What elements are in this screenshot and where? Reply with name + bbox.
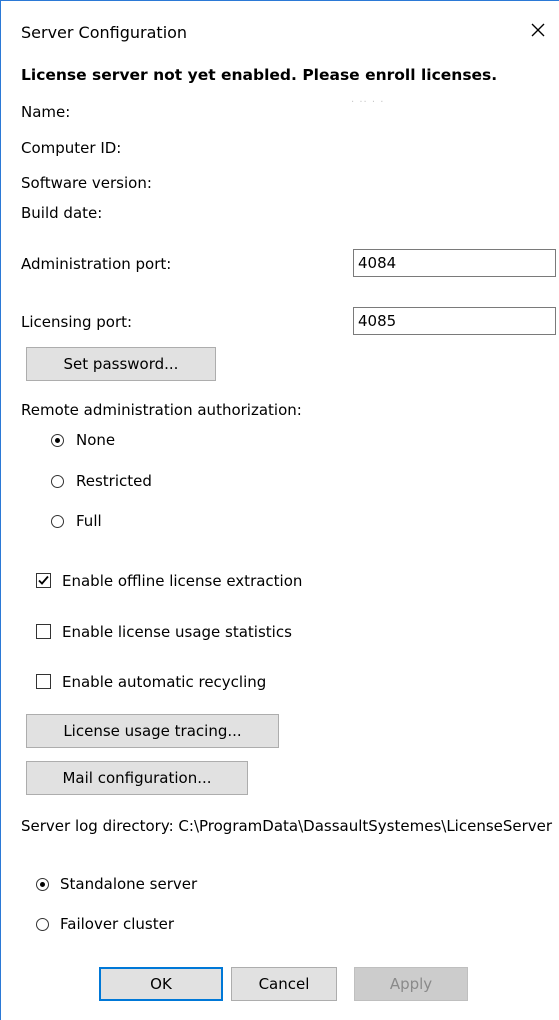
computer-id-label: Computer ID: (21, 139, 122, 157)
offline-extraction-checkbox[interactable] (36, 573, 51, 588)
radio-standalone-server-label: Standalone server (60, 875, 198, 893)
ok-button[interactable]: OK (99, 967, 223, 1001)
name-label: Name: (21, 103, 71, 121)
administration-port-input[interactable] (353, 249, 556, 277)
radio-none[interactable] (51, 434, 64, 447)
set-password-button[interactable]: Set password... (26, 347, 216, 381)
radio-standalone-server[interactable] (36, 878, 49, 891)
radio-restricted[interactable] (51, 475, 64, 488)
mail-configuration-button[interactable]: Mail configuration... (26, 761, 248, 795)
name-value: · ·· · · (351, 97, 385, 108)
apply-button[interactable]: Apply (354, 967, 468, 1001)
cancel-button[interactable]: Cancel (231, 967, 337, 1001)
administration-port-label: Administration port: (21, 255, 172, 273)
dialog-title: Server Configuration (21, 23, 188, 42)
usage-statistics-checkbox[interactable] (36, 624, 51, 639)
radio-failover-cluster-label: Failover cluster (60, 915, 175, 933)
radio-restricted-label: Restricted (76, 472, 152, 490)
remote-admin-label: Remote administration authorization: (21, 401, 302, 419)
offline-extraction-label: Enable offline license extraction (62, 572, 303, 590)
server-configuration-dialog: Server Configuration License server not … (0, 0, 559, 1020)
usage-statistics-label: Enable license usage statistics (62, 623, 292, 641)
software-version-label: Software version: (21, 174, 152, 192)
close-button[interactable] (523, 15, 553, 45)
automatic-recycling-label: Enable automatic recycling (62, 673, 267, 691)
server-log-directory: Server log directory: C:\ProgramData\Das… (21, 817, 553, 835)
radio-failover-cluster[interactable] (36, 918, 49, 931)
licensing-port-label: Licensing port: (21, 313, 133, 331)
licensing-port-input[interactable] (353, 307, 556, 335)
build-date-label: Build date: (21, 204, 103, 222)
radio-full[interactable] (51, 515, 64, 528)
license-usage-tracing-button[interactable]: License usage tracing... (26, 714, 279, 748)
radio-full-label: Full (76, 512, 102, 530)
automatic-recycling-checkbox[interactable] (36, 674, 51, 689)
radio-none-label: None (76, 431, 116, 449)
checkmark-icon (38, 575, 49, 585)
status-heading: License server not yet enabled. Please e… (21, 66, 498, 84)
close-icon (531, 23, 545, 37)
